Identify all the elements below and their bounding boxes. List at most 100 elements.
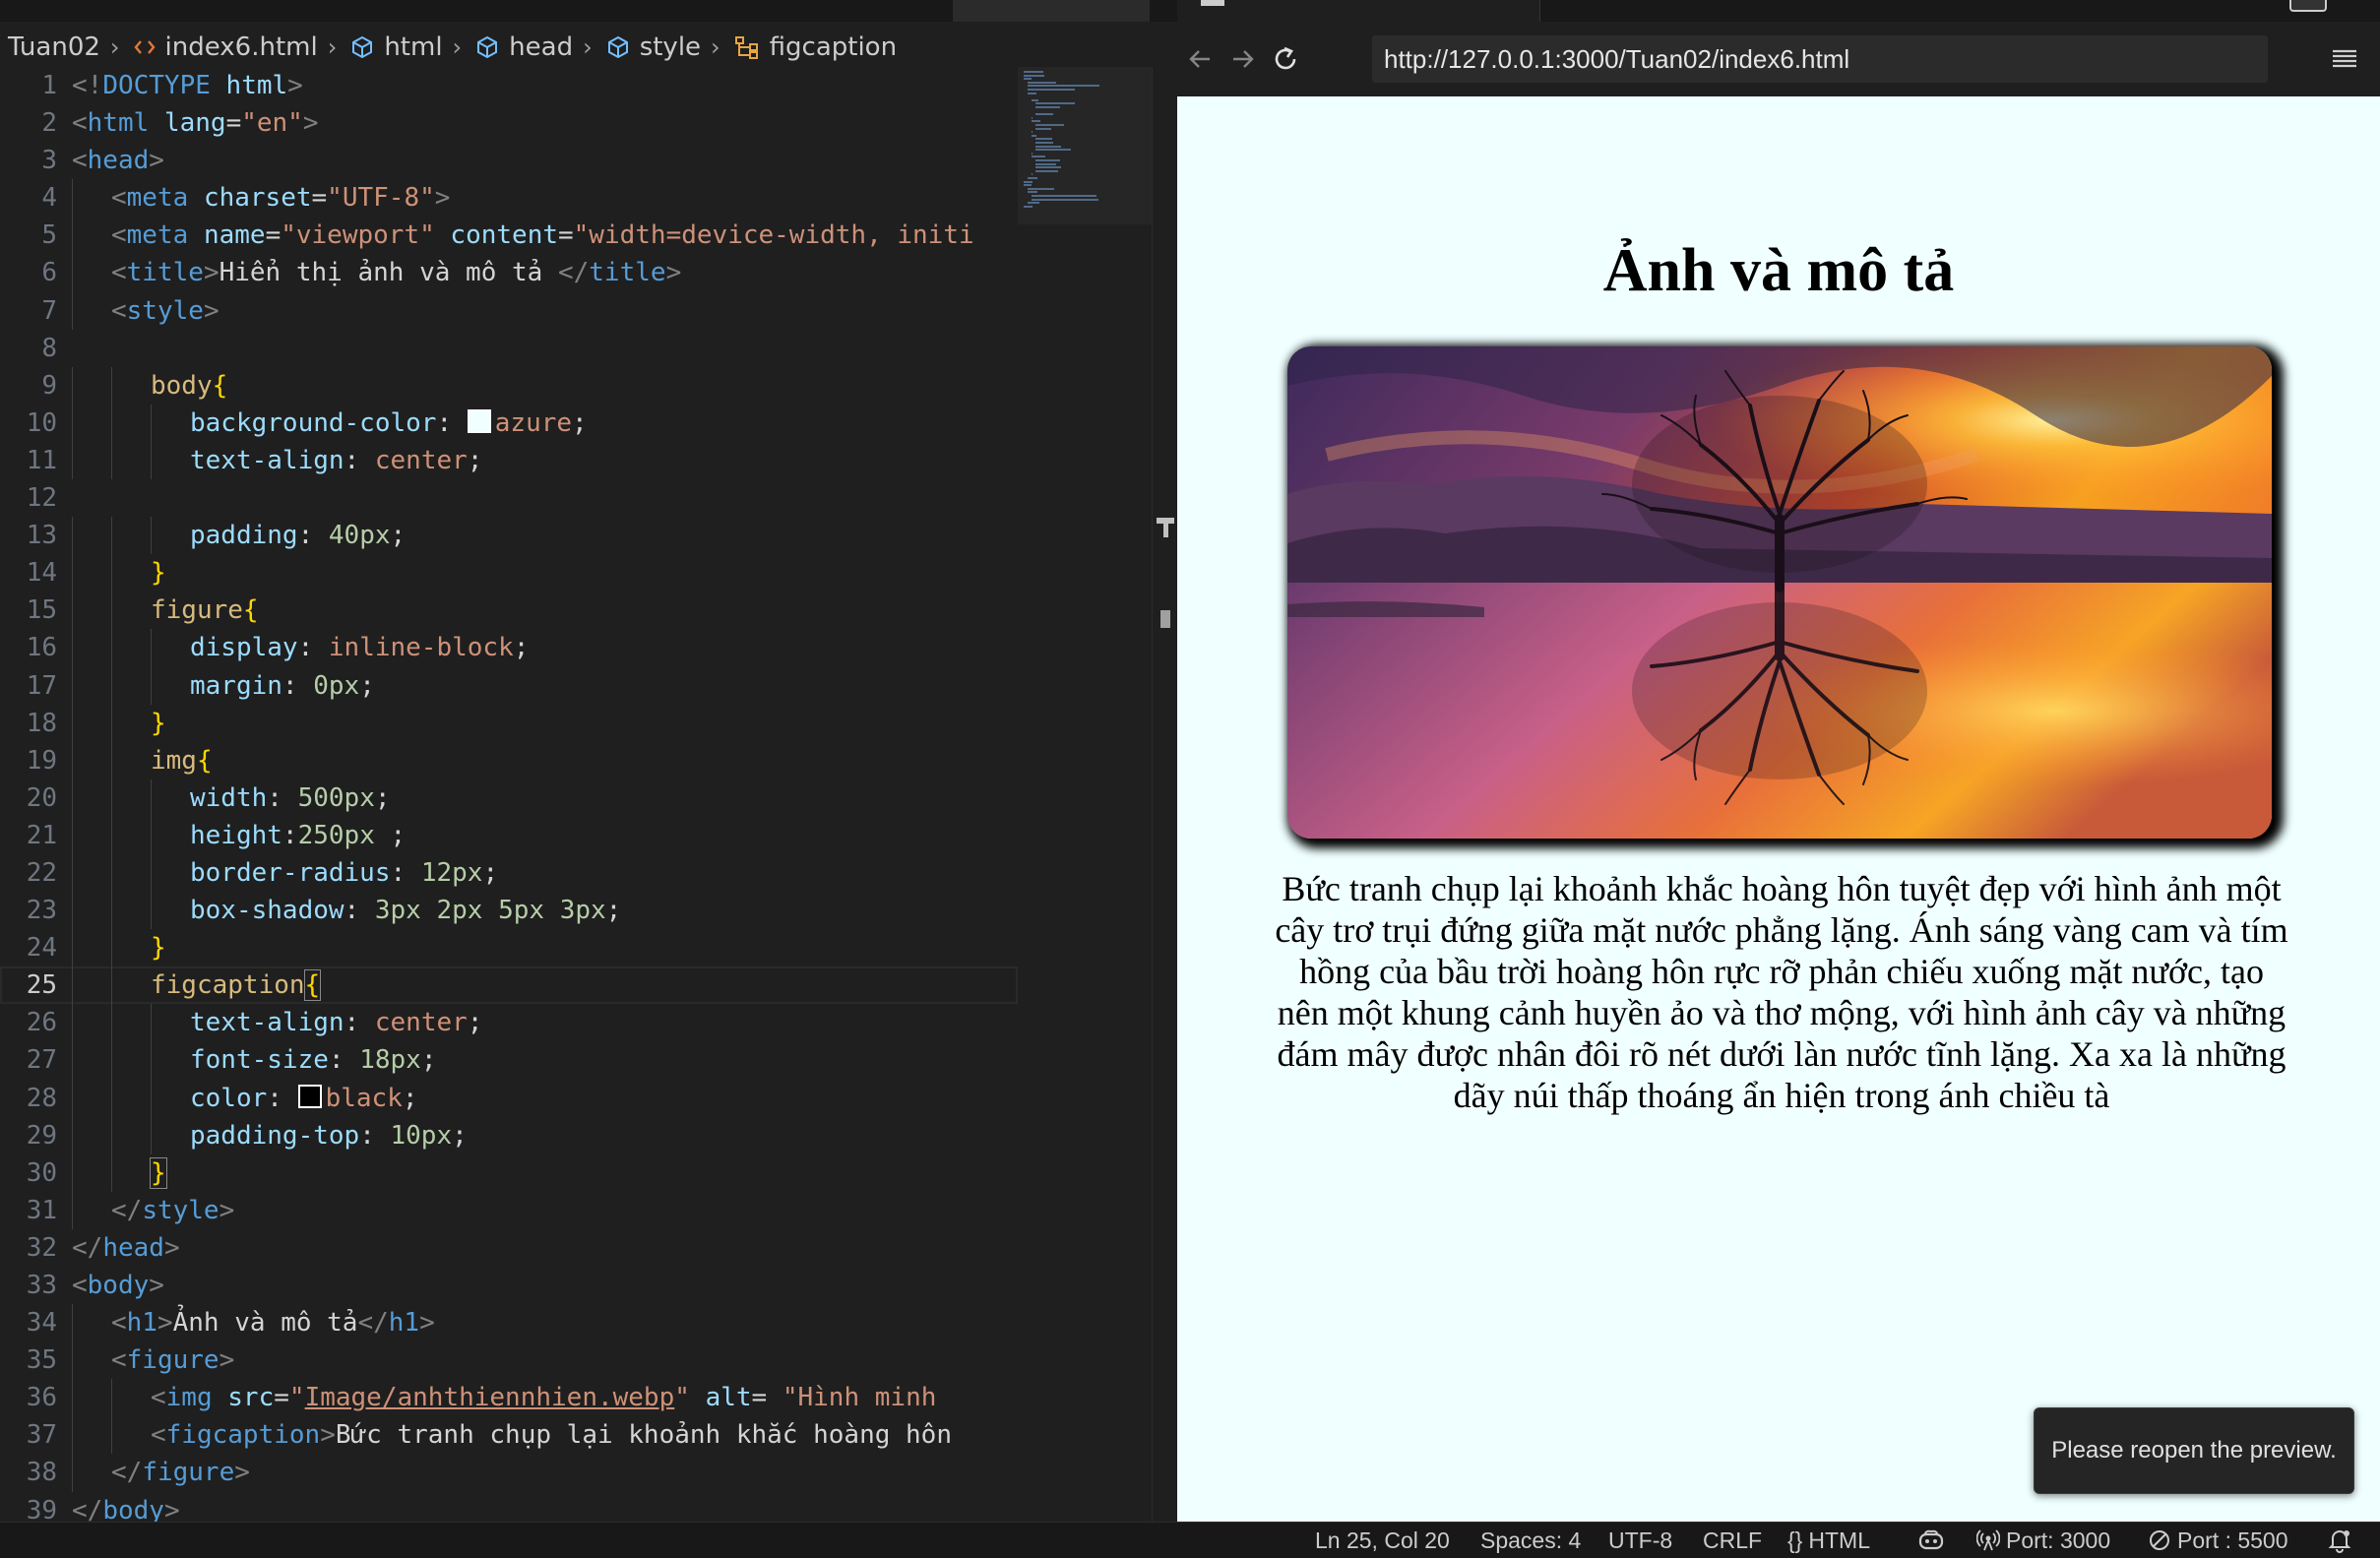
code-line[interactable]: 23 box-shadow: 3px 2px 5px 3px; bbox=[0, 892, 1018, 930]
chevron-right-icon: › bbox=[109, 33, 120, 61]
code-line[interactable]: 38 </figure> bbox=[0, 1454, 1018, 1492]
encoding-setting[interactable]: UTF-8 bbox=[1608, 1523, 1672, 1558]
code-text: <h1>Ảnh và mô tả</h1> bbox=[111, 1308, 435, 1339]
editor-scrollbar[interactable] bbox=[1152, 67, 1177, 1522]
code-line[interactable]: 25 figcaption{ bbox=[0, 966, 1018, 1005]
notification-toast[interactable]: Please reopen the preview. bbox=[2034, 1407, 2354, 1494]
color-swatch[interactable] bbox=[297, 1084, 322, 1108]
preview-page: Ảnh và mô tả Bức tranh chụp lại khoảnh k… bbox=[1177, 96, 2380, 1522]
code-editor-pane[interactable]: Tuan02 › index6.html › html › head › sty… bbox=[0, 0, 1177, 1522]
code-line[interactable]: 19 img{ bbox=[0, 741, 1018, 779]
code-line[interactable]: 17 margin: 0px; bbox=[0, 666, 1018, 705]
code-text: figcaption{ bbox=[151, 969, 322, 1002]
code-text: <!DOCTYPE html> bbox=[72, 71, 303, 100]
code-line[interactable]: 24} bbox=[0, 929, 1018, 967]
code-line[interactable]: 7 <style> bbox=[0, 291, 1018, 330]
chevron-right-icon: › bbox=[711, 33, 720, 61]
copilot-status[interactable] bbox=[1917, 1523, 1945, 1558]
code-line[interactable]: 28 color: black; bbox=[0, 1079, 1018, 1117]
code-text: <title>Hiển thị ảnh và mô tả </title> bbox=[111, 258, 682, 288]
line-number: 14 bbox=[26, 558, 57, 589]
code-area[interactable]: 1 <!DOCTYPE html> 2 <html lang="en"> 3 <head>… bbox=[0, 67, 1018, 1522]
code-line[interactable]: 12 bbox=[0, 479, 1018, 517]
code-line[interactable]: 6 <title>Hiển thị ảnh và mô tả </title> bbox=[0, 254, 1018, 292]
code-line[interactable]: 35 <figure> bbox=[0, 1341, 1018, 1380]
breadcrumb-symbol-figcaption[interactable]: figcaption bbox=[726, 32, 897, 62]
line-number: 3 bbox=[41, 146, 57, 176]
code-line[interactable]: 29 padding-top: 10px; bbox=[0, 1116, 1018, 1154]
code-line[interactable]: 5 <meta name="viewport" content="width=de… bbox=[0, 217, 1018, 255]
code-line[interactable]: 39 </body> bbox=[0, 1492, 1018, 1522]
reload-button[interactable] bbox=[1262, 35, 1309, 83]
arrow-left-icon bbox=[1189, 50, 1210, 68]
line-number: 12 bbox=[26, 483, 57, 514]
line-number: 39 bbox=[26, 1495, 57, 1522]
line-number: 17 bbox=[26, 670, 57, 701]
code-line[interactable]: 36 <img src="Image/anhthiennhien.webp" al… bbox=[0, 1379, 1018, 1417]
code-line[interactable]: 10 background-color: azure; bbox=[0, 404, 1018, 442]
code-text: padding-top: 10px; bbox=[190, 1120, 468, 1151]
code-line[interactable]: 2 <html lang="en"> bbox=[0, 104, 1018, 142]
breadcrumb-symbol-head[interactable]: head bbox=[468, 32, 573, 62]
code-line[interactable]: 32 </head> bbox=[0, 1229, 1018, 1267]
code-text: } bbox=[151, 933, 166, 964]
code-line[interactable]: 31 </style> bbox=[0, 1191, 1018, 1229]
eol-setting[interactable]: CRLF bbox=[1703, 1523, 1762, 1558]
code-line[interactable]: 9 body{ bbox=[0, 366, 1018, 405]
port-5500-status[interactable]: Port : 5500 bbox=[2148, 1523, 2288, 1558]
breadcrumb: Tuan02 › index6.html › html › head › sty… bbox=[0, 22, 1177, 73]
code-line[interactable]: 8 bbox=[0, 330, 1018, 367]
code-line[interactable]: 37 <figcaption>Bức tranh chụp lại khoảnh … bbox=[0, 1416, 1018, 1455]
code-line[interactable]: 33 <body> bbox=[0, 1267, 1018, 1304]
url-bar[interactable]: http://127.0.0.1:3000/Tuan02/index6.html bbox=[1372, 35, 2268, 83]
code-line[interactable]: 13 padding: 40px; bbox=[0, 517, 1018, 555]
code-text: } bbox=[151, 708, 166, 738]
code-text: font-size: 18px; bbox=[190, 1045, 437, 1076]
code-line[interactable]: 18} bbox=[0, 704, 1018, 742]
code-line[interactable]: 3 <head> bbox=[0, 142, 1018, 179]
language-mode[interactable]: {} HTML bbox=[1787, 1523, 1870, 1558]
code-line[interactable]: 15 figure{ bbox=[0, 592, 1018, 630]
code-text: text-align: center; bbox=[190, 445, 483, 475]
cursor-position[interactable]: Ln 25, Col 20 bbox=[1315, 1523, 1450, 1558]
code-text: height:250px ; bbox=[190, 820, 407, 850]
circle-slash-icon bbox=[2150, 1530, 2169, 1550]
code-line[interactable]: 27 font-size: 18px; bbox=[0, 1041, 1018, 1080]
chevron-right-icon: › bbox=[583, 33, 593, 61]
line-number: 28 bbox=[26, 1083, 57, 1113]
minimap[interactable] bbox=[1018, 67, 1152, 1522]
menu-button[interactable] bbox=[2329, 43, 2364, 79]
breadcrumb-file[interactable]: index6.html bbox=[126, 32, 318, 62]
line-number: 25 bbox=[26, 970, 57, 1001]
code-line[interactable]: 21 height:250px ; bbox=[0, 816, 1018, 854]
line-number: 37 bbox=[26, 1420, 57, 1451]
code-line[interactable]: 20 width: 500px; bbox=[0, 779, 1018, 817]
code-text: figure{ bbox=[151, 595, 259, 626]
preview-tab[interactable] bbox=[1177, 0, 1540, 22]
panel-icon[interactable] bbox=[2289, 0, 2327, 12]
notifications-button[interactable] bbox=[2327, 1523, 2352, 1558]
back-button[interactable] bbox=[1177, 35, 1224, 83]
line-number: 21 bbox=[26, 820, 57, 850]
port-3000-status[interactable]: Port: 3000 bbox=[1976, 1523, 2110, 1558]
code-line[interactable]: 34 <h1>Ảnh và mô tả</h1> bbox=[0, 1304, 1018, 1342]
code-line[interactable]: 1 <!DOCTYPE html> bbox=[0, 67, 1018, 104]
forward-button[interactable] bbox=[1219, 35, 1266, 83]
code-line[interactable]: 16 display: inline-block; bbox=[0, 629, 1018, 667]
braces-icon: {} bbox=[1787, 1527, 1803, 1553]
code-text: </figure> bbox=[111, 1458, 250, 1488]
color-swatch[interactable] bbox=[467, 408, 491, 433]
code-line[interactable]: 30} bbox=[0, 1153, 1018, 1192]
breadcrumb-folder[interactable]: Tuan02 bbox=[0, 32, 100, 62]
breadcrumb-symbol-style[interactable]: style bbox=[598, 32, 701, 62]
code-line[interactable]: 4 <meta charset="UTF-8"> bbox=[0, 179, 1018, 218]
code-line[interactable]: 22 border-radius: 12px; bbox=[0, 853, 1018, 893]
code-line[interactable]: 11 text-align: center; bbox=[0, 441, 1018, 480]
indentation-setting[interactable]: Spaces: 4 bbox=[1480, 1523, 1581, 1558]
code-text: <style> bbox=[111, 295, 219, 326]
breadcrumb-symbol-html[interactable]: html bbox=[343, 32, 443, 62]
code-line[interactable]: 14} bbox=[0, 554, 1018, 592]
line-number: 23 bbox=[26, 896, 57, 926]
line-number: 16 bbox=[26, 633, 57, 663]
code-line[interactable]: 26 text-align: center; bbox=[0, 1004, 1018, 1042]
